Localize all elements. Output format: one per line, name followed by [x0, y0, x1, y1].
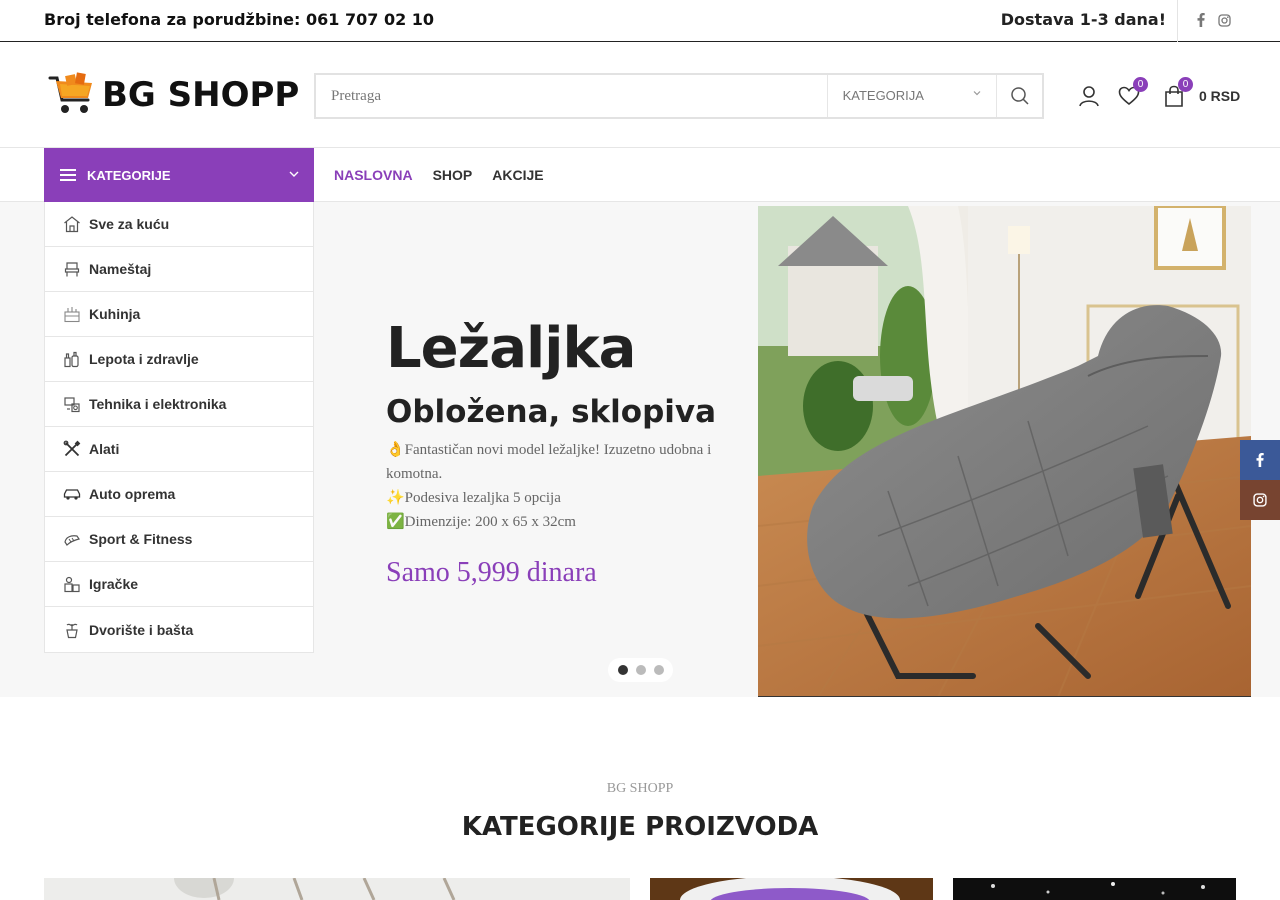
- nav-shop[interactable]: SHOP: [433, 167, 473, 183]
- search-category-label: KATEGORIJA: [842, 88, 924, 103]
- sidebar-item-igracke[interactable]: Igračke: [45, 562, 313, 607]
- section-kicker: BG SHOPP: [606, 781, 674, 796]
- house-icon: [63, 215, 81, 233]
- hero-desc-line: ✅Dimenzije: 200 x 65 x 32cm: [386, 514, 576, 530]
- hero-price: Samo 5,999 dinara: [386, 557, 597, 588]
- kitchen-icon: [63, 305, 81, 323]
- facebook-icon[interactable]: [1193, 12, 1209, 28]
- categories-toggle[interactable]: KATEGORIJE: [44, 148, 314, 202]
- search-button[interactable]: [997, 75, 1042, 117]
- chair-icon: [63, 260, 81, 278]
- car-icon: [63, 485, 81, 503]
- sidebar-item-sport-fitness[interactable]: Sport & Fitness: [45, 517, 313, 562]
- sidebar-item-label: Sport & Fitness: [89, 531, 193, 547]
- logo-text: BG SHOPP: [102, 75, 300, 115]
- hero-desc-line: ✨Podesiva lezaljka 5 opcija: [386, 490, 561, 506]
- sidebar-item-sve-za-kucu[interactable]: Sve za kuću: [45, 202, 313, 247]
- top-bar: Broj telefona za porudžbine: 061 707 02 …: [0, 0, 1280, 42]
- cart-total[interactable]: 0 RSD: [1199, 88, 1240, 104]
- sidebar-item-label: Kuhinja: [89, 306, 141, 322]
- toys-icon: [63, 575, 81, 593]
- cart-count-badge: 0: [1178, 77, 1193, 92]
- slider-dot-2[interactable]: [635, 665, 646, 675]
- divider: [1177, 0, 1178, 42]
- electronics-icon: [63, 395, 81, 413]
- delivery-note: Dostava 1-3 dana!: [1000, 10, 1166, 29]
- search-input[interactable]: [316, 75, 827, 117]
- sidebar-item-label: Igračke: [89, 576, 139, 592]
- sidebar-item-tehnika-i-elektronika[interactable]: Tehnika i elektronika: [45, 382, 313, 427]
- facebook-icon: [1256, 453, 1264, 467]
- hero-subtitle: Obložena, sklopiva: [386, 394, 717, 430]
- category-card[interactable]: [953, 878, 1236, 900]
- search-bar: KATEGORIJA: [314, 73, 1044, 119]
- slider-dot-3[interactable]: [653, 665, 664, 675]
- sidebar-item-label: Auto oprema: [89, 486, 176, 502]
- hero-product-image: [758, 206, 1251, 697]
- cart-button[interactable]: 0: [1161, 77, 1193, 109]
- wishlist-count-badge: 0: [1133, 77, 1148, 92]
- sidebar-item-auto-oprema[interactable]: Auto oprema: [45, 472, 313, 517]
- hero-title: Ležaljka: [386, 316, 636, 381]
- instagram-icon[interactable]: [1216, 12, 1232, 28]
- nav-naslovna[interactable]: NASLOVNA: [334, 167, 413, 183]
- categories-label: KATEGORIJE: [87, 167, 171, 183]
- sport-icon: [63, 530, 81, 548]
- category-sidebar: Sve za kuću Nameštaj Kuhinja Lepota i zd…: [44, 202, 314, 653]
- sidebar-item-label: Alati: [89, 441, 120, 457]
- sidebar-item-label: Lepota i zdravlje: [89, 351, 199, 367]
- menu-icon: [60, 169, 76, 181]
- hero-description: 👌Fantastičan novi model ležaljke! Izuzet…: [386, 438, 736, 534]
- logo[interactable]: BG SHOPP: [48, 71, 299, 119]
- slider-pagination: [608, 658, 673, 682]
- site-header: BG SHOPP KATEGORIJA 0 0 0 RSD: [0, 43, 1280, 148]
- search-category-select[interactable]: KATEGORIJA: [826, 75, 998, 117]
- float-facebook-button[interactable]: [1240, 440, 1280, 480]
- cart-logo-icon: [48, 72, 92, 113]
- sidebar-item-label: Dvorište i bašta: [89, 621, 194, 638]
- order-phone: Broj telefona za porudžbine: 061 707 02 …: [44, 10, 435, 29]
- user-icon: [1079, 86, 1099, 107]
- sidebar-item-lepota-i-zdravlje[interactable]: Lepota i zdravlje: [45, 337, 313, 382]
- category-card[interactable]: [650, 878, 933, 900]
- sidebar-item-namestaj[interactable]: Nameštaj: [45, 247, 313, 292]
- chevron-down-icon: [972, 75, 982, 117]
- slider-dot-1[interactable]: [617, 665, 628, 675]
- sidebar-item-label: Tehnika i elektronika: [89, 396, 227, 412]
- category-card[interactable]: [44, 878, 630, 900]
- search-icon: [1010, 87, 1029, 105]
- beauty-icon: [63, 350, 81, 368]
- hero-desc-line: 👌Fantastičan novi model ležaljke! Izuzet…: [386, 442, 712, 482]
- sidebar-item-kuhinja[interactable]: Kuhinja: [45, 292, 313, 337]
- sidebar-item-alati[interactable]: Alati: [45, 427, 313, 472]
- sidebar-item-dvoriste-i-basta[interactable]: Dvorište i bašta: [45, 607, 313, 652]
- tools-icon: [63, 440, 81, 458]
- nav-akcije[interactable]: AKCIJE: [492, 167, 543, 183]
- sidebar-item-label: Sve za kuću: [89, 216, 170, 232]
- chevron-down-icon: [288, 167, 300, 185]
- float-instagram-button[interactable]: [1240, 480, 1280, 520]
- garden-icon: [63, 621, 81, 639]
- section-title: KATEGORIJE PROIZVODA: [461, 812, 819, 842]
- sidebar-item-label: Nameštaj: [89, 261, 152, 277]
- main-nav: KATEGORIJE NASLOVNA SHOP AKCIJE: [0, 148, 1280, 202]
- primary-menu: NASLOVNA SHOP AKCIJE: [334, 148, 544, 202]
- instagram-icon: [1253, 493, 1267, 507]
- wishlist-button[interactable]: 0: [1116, 77, 1148, 109]
- account-button[interactable]: [1076, 83, 1102, 109]
